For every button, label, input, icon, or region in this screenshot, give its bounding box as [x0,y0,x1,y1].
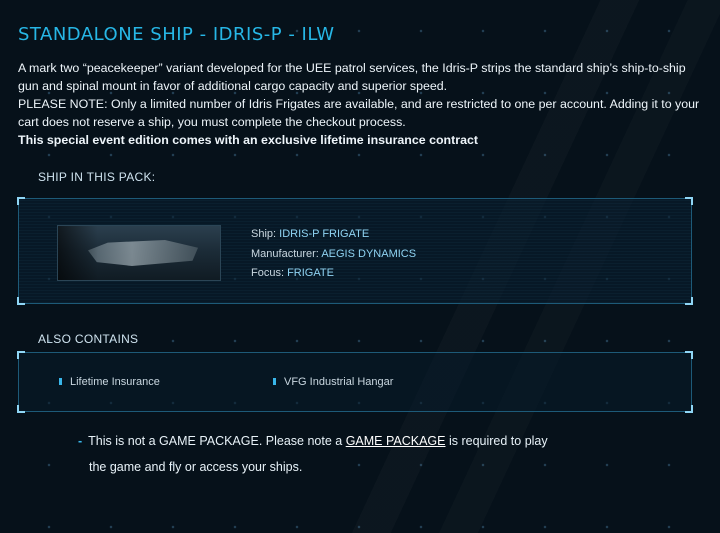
corner-marker [685,405,693,413]
note-line-1: - This is not a GAME PACKAGE. Please note… [78,428,548,454]
contains-section-label: ALSO CONTAINS [38,332,139,346]
ship-key: Ship: [251,228,277,240]
manufacturer-row: Manufacturer: AEGIS DYNAMICS [251,245,416,265]
corner-marker [685,297,693,305]
game-package-link[interactable]: GAME PACKAGE [346,434,446,448]
ship-value: IDRIS-P FRIGATE [279,228,370,240]
manufacturer-value: AEGIS DYNAMICS [321,247,417,260]
focus-key: Focus: [251,267,285,279]
dash-bullet-icon: - [78,434,83,448]
corner-marker [17,405,25,413]
corner-marker [17,297,25,305]
ship-hull-image [88,240,198,266]
contains-item-label: Lifetime Insurance [70,376,160,388]
note-text-after: is required to play [445,434,548,448]
contains-item: Lifetime Insurance [59,376,160,388]
manufacturer-key: Manufacturer: [251,247,319,260]
game-package-note: - This is not a GAME PACKAGE. Please note… [78,428,548,480]
contains-item: VFG Industrial Hangar [273,376,393,388]
note-text-before: This is not a GAME PACKAGE. Please note … [88,434,346,448]
focus-value: FRIGATE [287,267,334,279]
description-note: PLEASE NOTE: Only a limited number of Id… [18,97,700,129]
corner-marker [17,197,25,205]
focus-row: Focus: FRIGATE [251,264,416,284]
bullet-icon [273,378,276,385]
description: A mark two “peacekeeper” variant develop… [18,59,708,149]
contains-panel: Lifetime Insurance VFG Industrial Hangar [17,351,693,413]
contains-item-label: VFG Industrial Hangar [284,376,394,388]
description-text: A mark two “peacekeeper” variant develop… [18,61,686,93]
ship-thumbnail[interactable] [57,225,221,281]
note-line-2: the game and fly or access your ships. [89,460,303,474]
ship-row: Ship: IDRIS-P FRIGATE [251,225,416,245]
ship-panel: Ship: IDRIS-P FRIGATE Manufacturer: AEGI… [17,197,693,305]
corner-marker [17,351,25,359]
bullet-icon [59,378,62,385]
corner-marker [685,351,693,359]
corner-marker [685,197,693,205]
ship-section-label: SHIP IN THIS PACK: [38,170,156,184]
thumbnail-shade [58,226,98,280]
description-bold: This special event edition comes with an… [18,133,478,147]
page-title: STANDALONE SHIP - IDRIS-P - ILW [18,24,335,45]
ship-info: Ship: IDRIS-P FRIGATE Manufacturer: AEGI… [251,225,416,284]
